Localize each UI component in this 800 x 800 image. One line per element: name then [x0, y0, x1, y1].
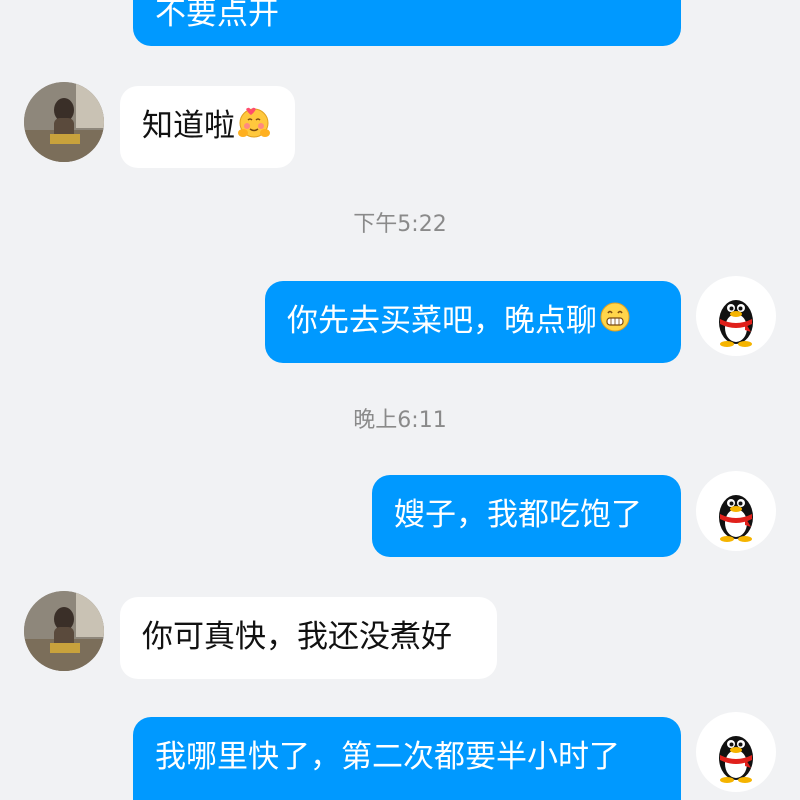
user-avatar[interactable]: [696, 712, 776, 792]
message-bubble-incoming[interactable]: 知道啦: [120, 86, 295, 168]
message-bubble-outgoing[interactable]: 你先去买菜吧，晚点聊: [265, 281, 681, 363]
friend-photo-icon: [24, 591, 104, 671]
qq-penguin-icon: [719, 736, 753, 783]
message-bubble-outgoing[interactable]: 不要点开: [133, 0, 681, 46]
user-avatar[interactable]: [696, 276, 776, 356]
message-bubble-outgoing[interactable]: 嫂子，我都吃饱了: [372, 475, 681, 557]
qq-penguin-icon: [719, 300, 753, 347]
friend-avatar[interactable]: [24, 591, 104, 671]
message-text: 嫂子，我都吃饱了: [394, 497, 642, 533]
qq-penguin-icon: [719, 495, 753, 542]
chat-view: 不要点开 知道啦 下午5:22 你先去买菜吧，晚点聊 晚上6:11 嫂子，我都吃…: [0, 0, 800, 800]
grin-emoji-icon: [599, 301, 631, 345]
message-bubble-outgoing[interactable]: 我哪里快了，第二次都要半小时了: [133, 717, 681, 800]
blush-hands-emoji-icon: [237, 105, 271, 151]
user-avatar[interactable]: [696, 471, 776, 551]
message-timestamp: 下午5:22: [353, 212, 447, 237]
message-text: 你可真快，我还没煮好: [142, 619, 452, 655]
message-text: 不要点开: [155, 0, 279, 32]
friend-avatar[interactable]: [24, 82, 104, 162]
message-bubble-incoming[interactable]: 你可真快，我还没煮好: [120, 597, 497, 679]
message-text: 我哪里快了，第二次都要半小时了: [155, 739, 620, 775]
message-text: 知道啦: [142, 108, 235, 144]
message-text: 你先去买菜吧，晚点聊: [287, 303, 597, 339]
message-timestamp: 晚上6:11: [353, 408, 447, 433]
friend-photo-icon: [24, 82, 104, 162]
